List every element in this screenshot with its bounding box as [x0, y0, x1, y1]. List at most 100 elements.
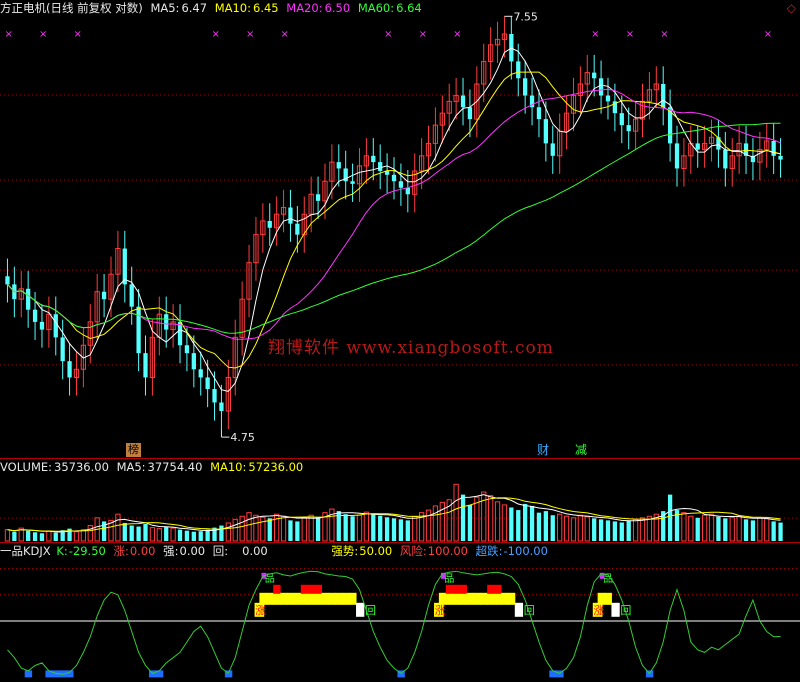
fengxian-value: 100.00	[427, 544, 468, 558]
high-label: 7.55	[513, 10, 538, 23]
pin-signal: 品	[444, 573, 454, 585]
kdj-strong-block	[321, 592, 329, 605]
volume-bar-down	[667, 494, 673, 541]
signal-cross: ×	[281, 29, 289, 40]
volume-separator	[0, 458, 800, 459]
volume-bar-up	[481, 491, 487, 542]
volume-bar-down	[53, 532, 58, 541]
cai-marker[interactable]: 财	[537, 443, 549, 457]
candle-down	[661, 84, 666, 108]
volume-bar-up	[563, 515, 570, 542]
stock-chart-window: 方正电机(日线 前复权 对数) MA5: 6.47 MA10: 6.45 MA20:…	[0, 0, 800, 682]
volume-bar-down	[191, 531, 196, 541]
volume-bar-up	[584, 516, 590, 542]
chaodie-label: 超跌:	[475, 544, 503, 558]
signal-cross: ×	[212, 29, 220, 40]
volume-bar-up	[149, 527, 156, 542]
volume-bar-up	[557, 513, 563, 542]
candle-down	[516, 61, 521, 79]
volume-bar-up	[681, 512, 687, 542]
signal-cross: ×	[591, 29, 599, 40]
signal-cross: ×	[453, 29, 461, 40]
candle-down	[778, 155, 783, 160]
kdj-strong-block	[487, 592, 495, 605]
volume-bar-up	[570, 517, 577, 542]
volume-bar-down	[771, 521, 776, 541]
volume-bar-down	[315, 516, 321, 541]
volume-bar-down	[460, 494, 466, 541]
candle-down	[598, 78, 604, 96]
volume-bar-down	[778, 522, 783, 541]
volume-bar-down	[39, 533, 45, 541]
volume-bar-down	[177, 529, 183, 541]
volume-bar-down	[550, 515, 555, 541]
volume-bar-down	[295, 521, 300, 541]
kdj-strong-block	[507, 592, 516, 605]
kdj-hot-block	[445, 584, 454, 594]
zhang-label: 涨:	[113, 544, 129, 558]
candle-down	[626, 125, 631, 132]
jian-marker[interactable]: 减	[575, 443, 587, 457]
hui-signal-box	[611, 602, 620, 617]
kdj-hot-block	[307, 584, 316, 594]
candle-down	[523, 78, 528, 96]
volume-bar-down	[32, 532, 38, 541]
volume-bar-up	[701, 514, 708, 542]
kdj-hot-block	[273, 584, 281, 594]
volume-bar-up	[632, 518, 639, 542]
volume-bar-down	[716, 516, 721, 541]
candle-down	[60, 337, 65, 362]
zhang-signal: 涨	[593, 604, 604, 617]
zhang-value: 0.00	[129, 544, 156, 558]
bang-marker[interactable]: 榜	[126, 443, 141, 457]
kdj-strong-block	[445, 592, 454, 605]
volume-bar-up	[308, 514, 314, 542]
volume-bar-up	[356, 514, 363, 542]
volume-ma5-label: MA5:	[116, 460, 146, 474]
kdj-hot-block	[487, 584, 495, 594]
volume-bar-up	[4, 529, 11, 542]
volume-bar-up	[253, 514, 259, 542]
hui-signal: 回	[620, 604, 631, 617]
volume-bar-up	[729, 516, 735, 542]
zhang-signal: 涨	[435, 604, 446, 617]
volume-bar-up	[708, 513, 715, 542]
volume-bar-down	[129, 525, 134, 541]
volume-bar-up	[170, 527, 176, 542]
volume-bar-down	[184, 530, 190, 541]
candle-down	[219, 402, 224, 412]
volume-bar-down	[626, 520, 631, 541]
candle-down	[101, 291, 107, 300]
volume-bar-up	[225, 522, 231, 542]
kdj-strong-block	[500, 592, 509, 605]
kdj-strong-block	[266, 592, 274, 605]
candle-down	[619, 113, 624, 126]
volume-bar-down	[205, 529, 210, 541]
k-value: -29.50	[68, 544, 106, 558]
hui-label: 回:	[212, 544, 229, 558]
volume-bar-up	[73, 531, 80, 542]
kdj-strong-block	[459, 592, 467, 605]
candle-down	[350, 181, 355, 184]
volume-bar-down	[136, 526, 141, 541]
volume-bar-up	[280, 515, 287, 542]
zhang-signal: 涨	[255, 604, 266, 617]
ma10-line	[7, 71, 781, 369]
candle-down	[26, 288, 31, 310]
volume-bar-up	[453, 483, 459, 542]
volume-bar-up	[156, 528, 162, 542]
volume-bar-down	[529, 505, 535, 541]
kdj-oversold-block	[24, 670, 33, 678]
kdj-legend: 一品KDJX K:-29.50 涨:0.00 强:0.00 回: 0.00 强势:…	[0, 544, 552, 558]
kdj-name: 一品KDJX	[0, 544, 51, 558]
signal-cross: ×	[419, 29, 427, 40]
candle-down	[5, 276, 10, 285]
kdj-strong-block	[300, 592, 309, 605]
candle-down	[205, 377, 210, 390]
volume-bar-down	[12, 531, 17, 541]
kdj-strong-block	[293, 592, 302, 605]
hui-signal-box	[356, 602, 365, 617]
candle-down	[771, 140, 776, 156]
candle-down	[398, 181, 404, 188]
volume-bar-up	[87, 525, 93, 542]
